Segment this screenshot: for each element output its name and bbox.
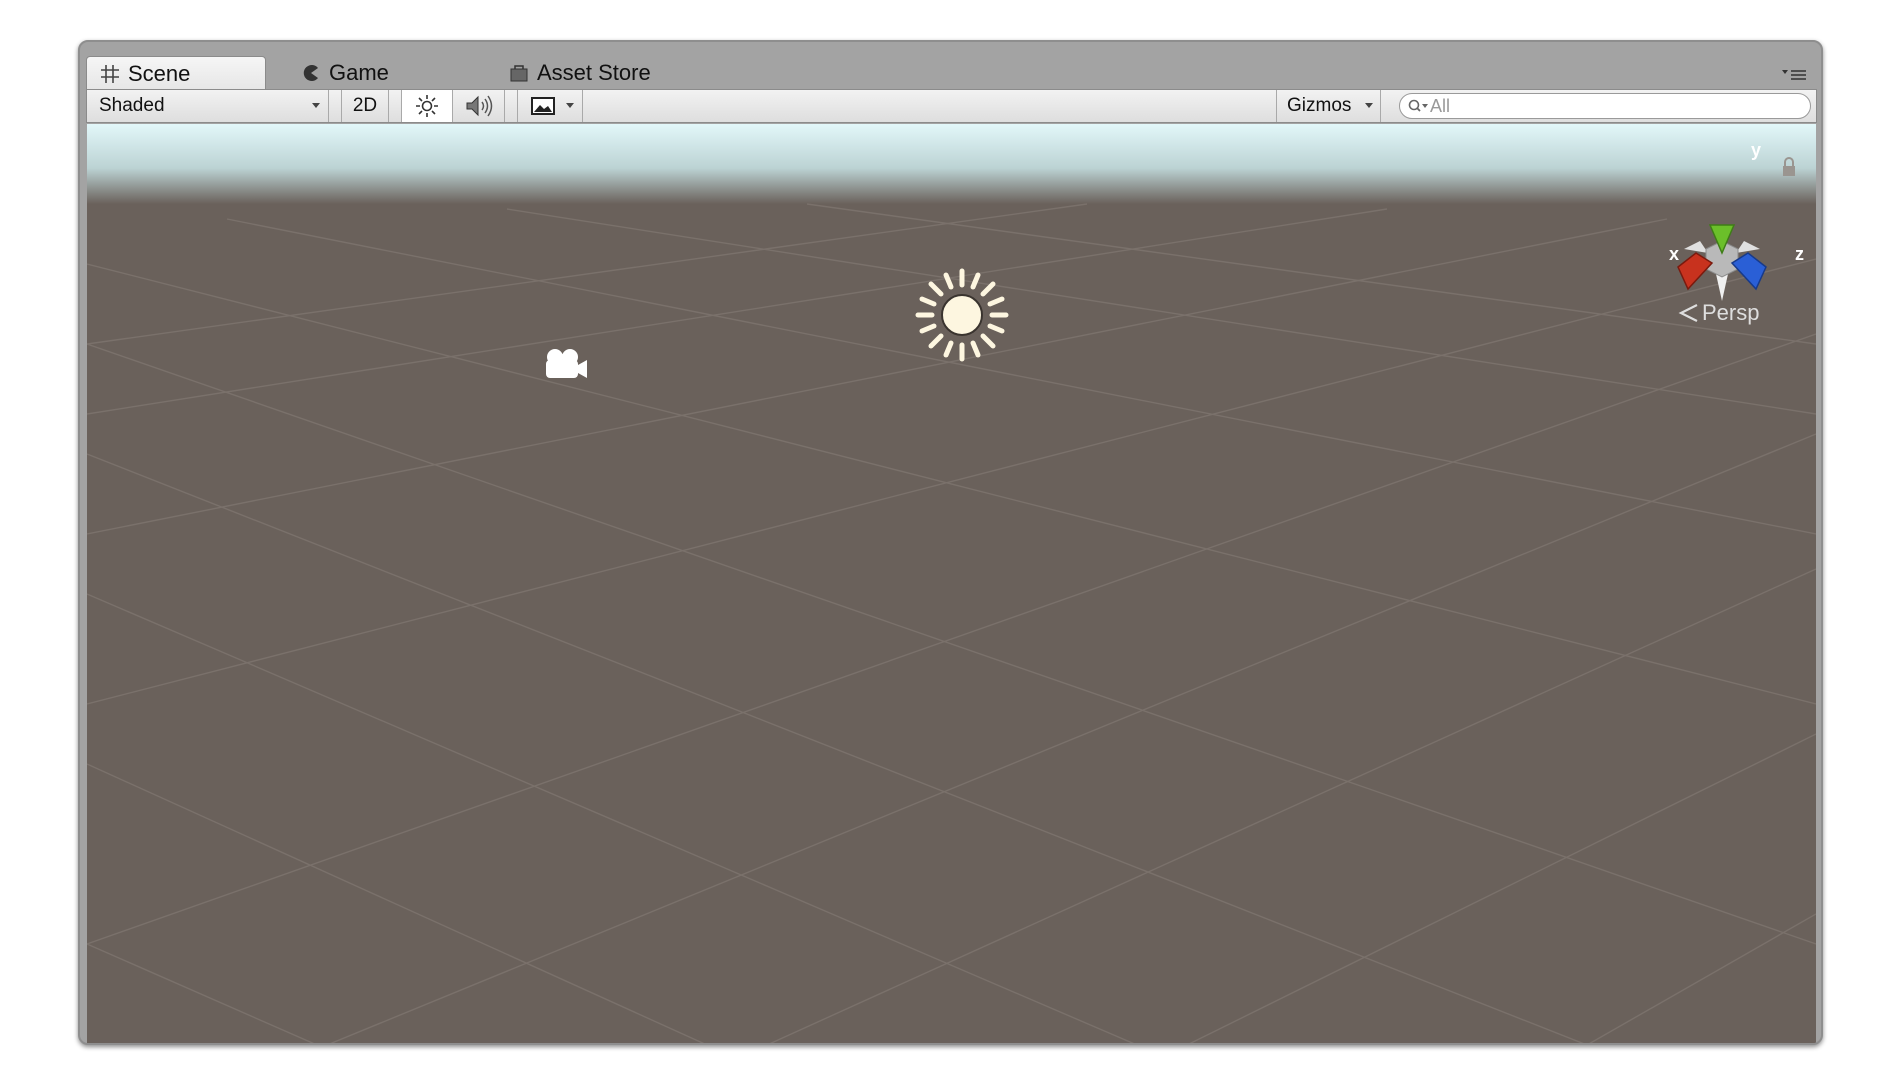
- tab-label: Asset Store: [537, 60, 651, 85]
- scene-window: Scene Game Asset Store Shaded 2D Gizmos …: [78, 40, 1823, 1045]
- gizmos-dropdown[interactable]: Gizmos: [1276, 90, 1381, 122]
- draw-mode-label: Shaded: [99, 95, 165, 116]
- tab-asset-store[interactable]: Asset Store: [496, 56, 716, 90]
- sky-horizon: [87, 124, 1816, 204]
- tab-bar: Scene Game Asset Store: [80, 42, 1821, 90]
- z-axis-label: z: [1795, 244, 1804, 264]
- y-axis-label: y: [1751, 140, 1762, 160]
- audio-toggle-button[interactable]: [453, 90, 505, 122]
- window-menu-icon[interactable]: [1781, 68, 1807, 82]
- sun-icon: [416, 95, 438, 117]
- hash-grid-icon: [101, 64, 119, 83]
- sun-icon[interactable]: [915, 268, 1009, 362]
- gizmos-label: Gizmos: [1287, 95, 1352, 116]
- projection-label: Persp: [1702, 300, 1760, 325]
- scene-viewport[interactable]: y x z Persp: [87, 124, 1816, 1043]
- effects-dropdown-button[interactable]: [517, 90, 583, 122]
- dropdown-arrow-icon: [312, 103, 320, 108]
- tab-label: Game: [329, 60, 389, 85]
- 2d-toggle-button[interactable]: 2D: [341, 90, 389, 122]
- shopping-bag-icon: [510, 65, 528, 82]
- scene-toolbar: Shaded 2D Gizmos All: [86, 89, 1817, 123]
- 2d-label: 2D: [352, 95, 378, 116]
- lighting-toggle-button[interactable]: [401, 90, 453, 122]
- chevron-left-icon: [1678, 304, 1698, 322]
- tab-game[interactable]: Game: [288, 56, 458, 90]
- dropdown-arrow-icon: [1365, 103, 1373, 108]
- pacman-icon: [303, 65, 318, 81]
- dropdown-arrow-icon: [566, 103, 574, 108]
- image-icon: [531, 97, 555, 115]
- speaker-icon: [466, 95, 492, 117]
- tab-scene[interactable]: Scene: [86, 56, 266, 90]
- search-icon: [1408, 99, 1428, 112]
- search-placeholder: All: [1430, 95, 1451, 116]
- hierarchy-search-field[interactable]: All: [1399, 93, 1811, 119]
- tab-label: Scene: [128, 60, 191, 86]
- draw-mode-dropdown[interactable]: Shaded: [87, 90, 329, 122]
- x-axis-label: x: [1669, 244, 1680, 264]
- scene-grid: [87, 124, 1816, 1043]
- projection-toggle[interactable]: Persp: [1677, 300, 1759, 326]
